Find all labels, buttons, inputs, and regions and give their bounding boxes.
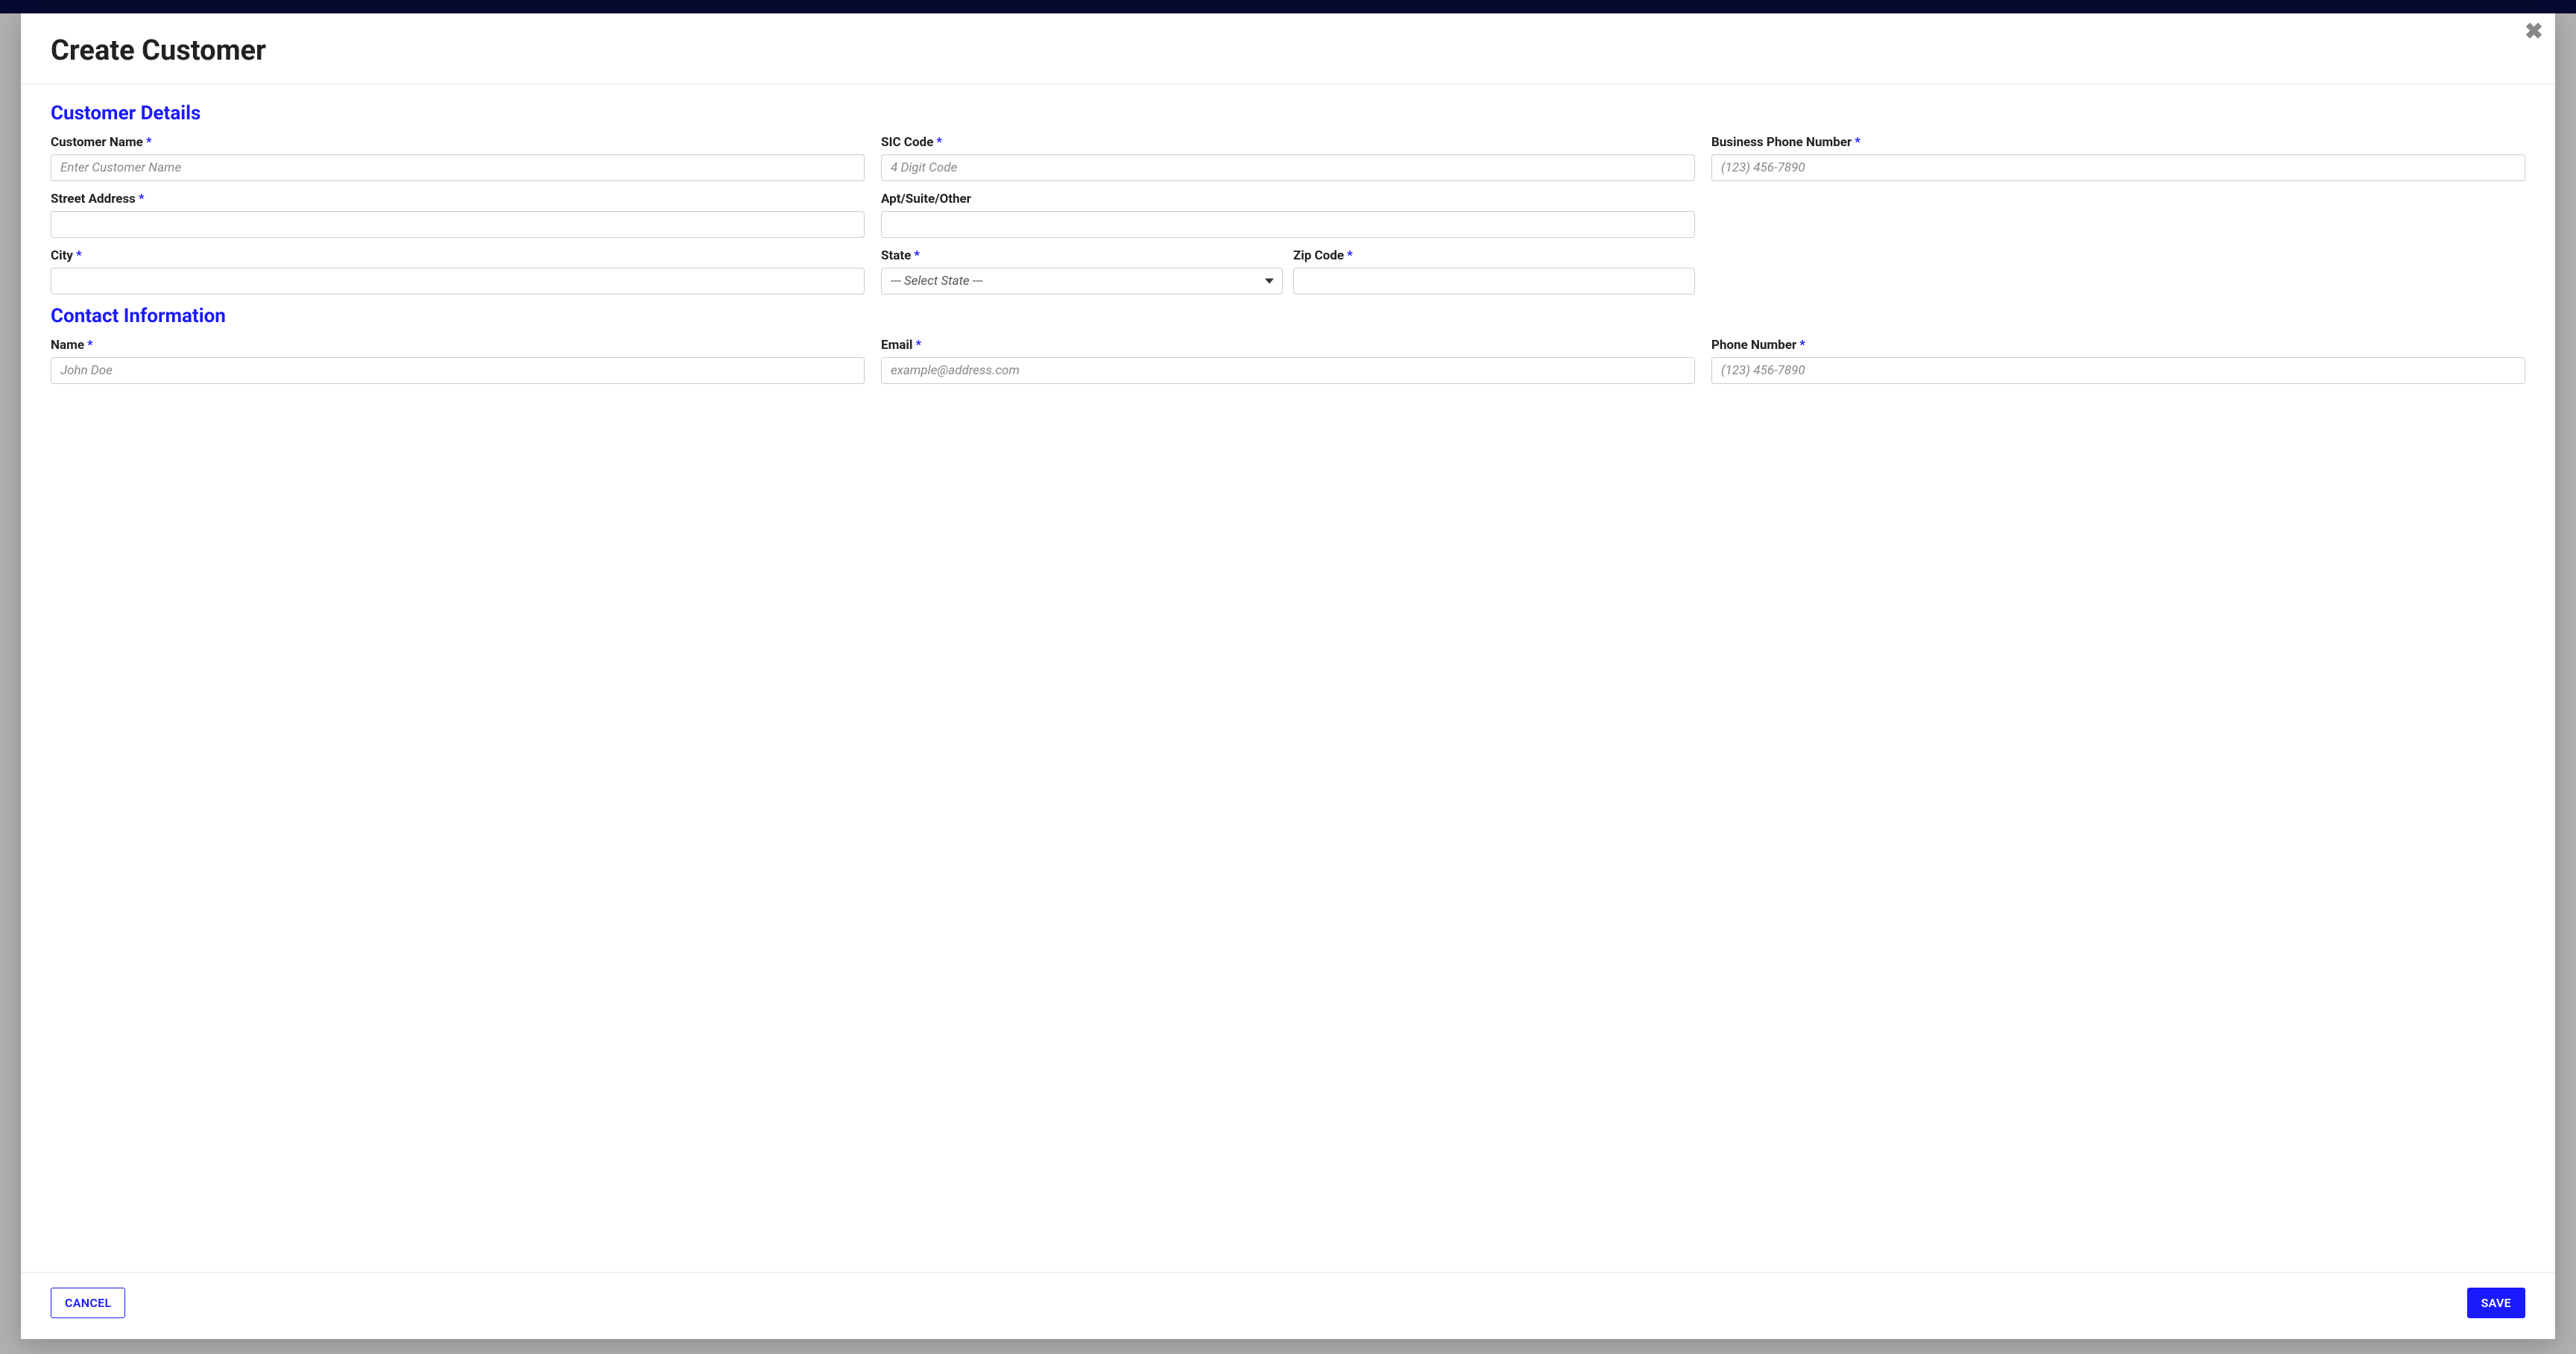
label-contact-name-text: Name [51,338,84,353]
group-contact-phone: Phone Number * [1711,338,2525,384]
group-contact-name: Name * [51,338,865,384]
row-customer-name-sic-phone: Customer Name * SIC Code * Business Phon… [51,135,2525,181]
label-zip-text: Zip Code [1293,248,1344,263]
zip-input[interactable] [1293,268,1695,295]
group-business-phone: Business Phone Number * [1711,135,2525,181]
modal-backdrop: Create Customer ✖ Customer Details Custo… [0,0,2576,1354]
label-customer-name-text: Customer Name [51,135,143,150]
row-street-apt: Street Address * Apt/Suite/Other [51,192,2525,238]
required-marker: * [146,135,152,150]
close-icon[interactable]: ✖ [2525,21,2543,43]
label-city-text: City [51,248,73,263]
label-contact-phone-text: Phone Number [1711,338,1796,353]
label-business-phone-text: Business Phone Number [1711,135,1852,150]
section-title-contact-info: Contact Information [51,305,2525,327]
group-city: City * [51,248,865,295]
label-street-address: Street Address * [51,192,865,207]
label-contact-email-text: Email [881,338,912,353]
label-sic-code-text: SIC Code [881,135,933,150]
label-sic-code: SIC Code * [881,135,1695,150]
sic-code-input[interactable] [881,154,1695,181]
apt-suite-input[interactable] [881,211,1695,238]
street-address-input[interactable] [51,211,865,238]
required-marker: * [1799,338,1805,353]
row-contact-name-email-phone: Name * Email * Phone Number * [51,338,2525,384]
row-city-state-zip: City * State * [51,248,2525,295]
group-state: State * --- Select State --- [881,248,1283,295]
required-marker: * [915,338,921,353]
section-title-customer-details: Customer Details [51,102,2525,125]
business-phone-input[interactable] [1711,154,2525,181]
label-state: State * [881,248,1283,263]
label-contact-email: Email * [881,338,1695,353]
spacer [1711,248,2525,295]
required-marker: * [87,338,93,353]
customer-name-input[interactable] [51,154,865,181]
required-marker: * [914,248,920,263]
required-marker: * [1347,248,1353,263]
label-street-address-text: Street Address [51,192,136,207]
label-contact-name: Name * [51,338,865,353]
required-marker: * [936,135,942,150]
group-zip: Zip Code * [1293,248,1695,295]
required-marker: * [139,192,145,207]
group-apt-suite: Apt/Suite/Other [881,192,1695,238]
city-input[interactable] [51,268,865,295]
label-customer-name: Customer Name * [51,135,865,150]
save-button[interactable]: SAVE [2467,1288,2525,1318]
modal-title: Create Customer [51,34,2525,67]
group-street-address: Street Address * [51,192,865,238]
cancel-button[interactable]: CANCEL [51,1288,125,1318]
label-contact-phone: Phone Number * [1711,338,2525,353]
contact-phone-input[interactable] [1711,357,2525,384]
modal-footer: CANCEL SAVE [21,1272,2555,1339]
group-state-zip: State * --- Select State --- [881,248,1695,295]
required-marker: * [76,248,82,263]
label-city: City * [51,248,865,263]
spacer [1711,192,2525,238]
label-zip: Zip Code * [1293,248,1695,263]
label-state-text: State [881,248,911,263]
contact-email-input[interactable] [881,357,1695,384]
contact-name-input[interactable] [51,357,865,384]
modal-body: Customer Details Customer Name * SIC Cod… [21,84,2555,1272]
app-topbar [0,0,2576,13]
create-customer-modal: Create Customer ✖ Customer Details Custo… [21,13,2555,1339]
group-contact-email: Email * [881,338,1695,384]
label-apt-suite-text: Apt/Suite/Other [881,192,971,207]
label-business-phone: Business Phone Number * [1711,135,2525,150]
group-customer-name: Customer Name * [51,135,865,181]
label-apt-suite: Apt/Suite/Other [881,192,1695,207]
modal-header: Create Customer ✖ [21,13,2555,84]
state-select[interactable]: --- Select State --- [881,268,1283,295]
group-sic-code: SIC Code * [881,135,1695,181]
required-marker: * [1854,135,1860,150]
